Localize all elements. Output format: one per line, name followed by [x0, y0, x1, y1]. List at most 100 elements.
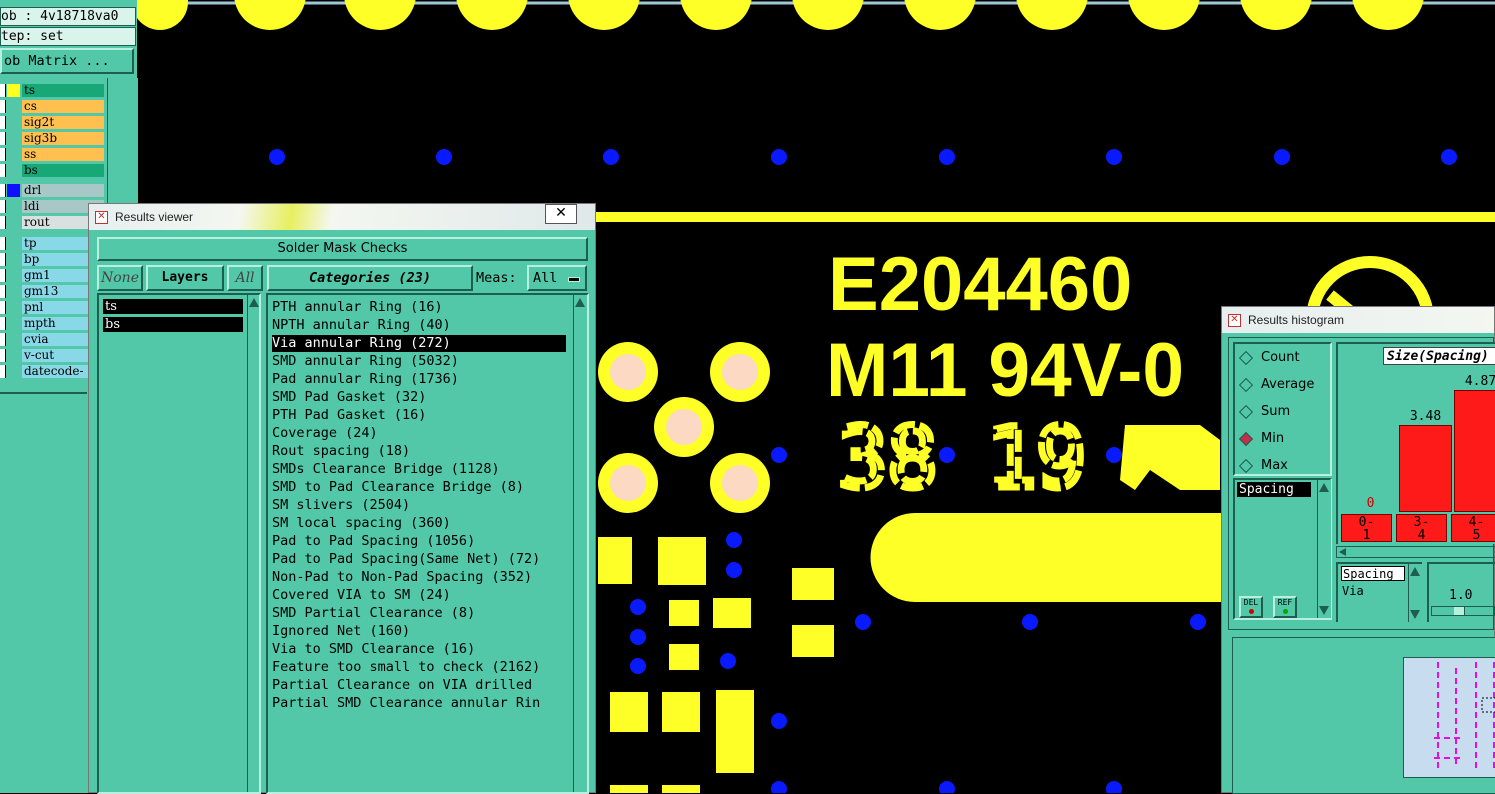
category-list[interactable]: PTH annular Ring (16) NPTH annular Ring (… — [266, 293, 589, 794]
close-button[interactable]: ✕ — [545, 204, 577, 224]
option-average[interactable]: Average — [1238, 376, 1328, 394]
slider-track[interactable] — [1431, 606, 1495, 616]
layer-checkbox[interactable] — [0, 365, 6, 378]
option-sum[interactable]: Sum — [1238, 403, 1328, 421]
layer-row-ss[interactable]: ss — [0, 148, 107, 162]
category-item[interactable]: NPTH annular Ring (40) — [272, 317, 451, 334]
radio-diamond-icon[interactable] — [1238, 404, 1254, 420]
category-item[interactable]: Pad to Pad Spacing(Same Net) (72) — [272, 551, 540, 568]
layer-row-ts[interactable]: ts — [0, 84, 107, 98]
layer-color-swatch[interactable] — [7, 333, 20, 346]
results-histogram-titlebar[interactable]: ✕ Results histogram — [1222, 307, 1494, 333]
histogram-chart[interactable]: Size(Spacing) 0 3.48 4.87 0- 1 3- 4 4- 5 — [1336, 342, 1495, 544]
measure-list-scrollbar[interactable] — [1317, 480, 1331, 618]
category-item[interactable]: Pad annular Ring (1736) — [272, 371, 459, 388]
layer-result-item[interactable]: bs — [103, 317, 243, 332]
layer-color-swatch[interactable] — [7, 100, 20, 113]
layer-checkbox[interactable] — [0, 333, 6, 346]
category-item[interactable]: SMD annular Ring (5032) — [272, 353, 459, 370]
category-item[interactable]: SM slivers (2504) — [272, 497, 410, 514]
category-item[interactable]: Coverage (24) — [272, 425, 378, 442]
job-matrix-button[interactable]: ob Matrix ... — [0, 48, 134, 74]
detail-line1[interactable]: Spacing — [1341, 566, 1405, 581]
layer-checkbox[interactable] — [0, 184, 6, 197]
layer-row-drl[interactable]: drl — [0, 184, 107, 198]
histogram-bar[interactable] — [1399, 425, 1452, 512]
meas-dropdown[interactable]: All — [527, 265, 587, 291]
category-item[interactable]: Pad to Pad Spacing (1056) — [272, 533, 475, 550]
layer-color-swatch[interactable] — [7, 132, 20, 145]
category-item[interactable]: Covered VIA to SM (24) — [272, 587, 451, 604]
layer-row-bs[interactable]: bs — [0, 164, 107, 178]
layer-color-swatch[interactable] — [7, 269, 20, 282]
results-viewer-window[interactable]: ✕ Results viewer ✕ Solder Mask Checks No… — [88, 203, 596, 794]
layer-color-swatch[interactable] — [7, 349, 20, 362]
category-item[interactable]: Ignored Net (160) — [272, 623, 410, 640]
detail-list[interactable]: Spacing Via — [1336, 562, 1422, 622]
detail-scrollbar[interactable] — [1408, 564, 1422, 622]
layer-checkbox[interactable] — [0, 100, 6, 113]
layer-color-swatch[interactable] — [7, 116, 20, 129]
layer-color-swatch[interactable] — [7, 200, 20, 213]
layer-color-swatch[interactable] — [7, 164, 20, 177]
category-item[interactable]: SMD Partial Clearance (8) — [272, 605, 475, 622]
option-min[interactable]: Min — [1238, 430, 1328, 448]
radio-diamond-icon[interactable] — [1238, 431, 1254, 447]
bin-label[interactable]: 3- 4 — [1396, 514, 1447, 542]
scroll-down-icon[interactable] — [1410, 610, 1420, 619]
category-item[interactable]: Via to SMD Clearance (16) — [272, 641, 475, 658]
chart-hscrollbar[interactable] — [1336, 546, 1495, 558]
layer-color-swatch[interactable] — [7, 148, 20, 161]
layer-color-swatch[interactable] — [7, 301, 20, 314]
layer-checkbox[interactable] — [0, 349, 6, 362]
job-field[interactable]: ob : 4v18718va0 — [0, 7, 136, 26]
layer-color-swatch[interactable] — [7, 216, 20, 229]
ref-button[interactable]: REF — [1273, 596, 1297, 618]
results-histogram-window[interactable]: ✕ Results histogram Count Average Sum Min Ma… — [1221, 306, 1495, 794]
layer-checkbox[interactable] — [0, 84, 6, 97]
scroll-down-icon[interactable] — [1319, 606, 1329, 615]
layer-checkbox[interactable] — [0, 216, 6, 229]
layer-row-cs[interactable]: cs — [0, 100, 107, 114]
none-button[interactable]: None — [97, 265, 143, 291]
layer-checkbox[interactable] — [0, 237, 6, 250]
category-item[interactable]: PTH annular Ring (16) — [272, 299, 443, 316]
category-item[interactable]: Partial Clearance on VIA drilled — [272, 677, 532, 694]
category-item[interactable]: SMDs Clearance Bridge (1128) — [272, 461, 500, 478]
scroll-up-icon[interactable] — [249, 298, 259, 307]
histogram-bar[interactable] — [1454, 390, 1495, 512]
layer-checkbox[interactable] — [0, 253, 6, 266]
layer-checkbox[interactable] — [0, 148, 6, 161]
category-item[interactable]: Rout spacing (18) — [272, 443, 410, 460]
bin-label[interactable]: 0- 1 — [1341, 514, 1392, 542]
results-viewer-titlebar[interactable]: ✕ Results viewer ✕ — [89, 204, 595, 230]
scroll-up-icon[interactable] — [575, 298, 585, 307]
layer-color-swatch[interactable] — [7, 253, 20, 266]
option-max[interactable]: Max — [1238, 457, 1328, 475]
radio-diamond-icon[interactable] — [1238, 350, 1254, 366]
option-count[interactable]: Count — [1238, 349, 1328, 367]
category-item[interactable]: Non-Pad to Non-Pad Spacing (352) — [272, 569, 532, 586]
layer-checkbox[interactable] — [0, 317, 6, 330]
preview-thumbnail[interactable] — [1403, 657, 1495, 778]
layer-checkbox[interactable] — [0, 285, 6, 298]
scroll-up-icon[interactable] — [1319, 483, 1329, 492]
layer-row-sig3b[interactable]: sig3b — [0, 132, 107, 146]
layer-checkbox[interactable] — [0, 269, 6, 282]
slider-thumb[interactable] — [1454, 607, 1465, 615]
layer-checkbox[interactable] — [0, 164, 6, 177]
layer-color-swatch[interactable] — [7, 317, 20, 330]
category-item[interactable]: SMD Pad Gasket (32) — [272, 389, 426, 406]
categories-button[interactable]: Categories (23) — [267, 265, 473, 291]
layer-color-swatch[interactable] — [7, 237, 20, 250]
category-item[interactable]: Feature too small to check (2162) — [272, 659, 540, 676]
layer-list-scrollbar[interactable] — [247, 295, 259, 792]
layers-button[interactable]: Layers — [146, 265, 224, 291]
category-list-scrollbar[interactable] — [573, 295, 587, 792]
layer-color-swatch[interactable] — [7, 84, 20, 97]
layer-checkbox[interactable] — [0, 301, 6, 314]
scroll-up-icon[interactable] — [1410, 567, 1420, 576]
category-item[interactable]: SMD to Pad Clearance Bridge (8) — [272, 479, 524, 496]
step-field[interactable]: tep: set — [0, 27, 136, 46]
layer-color-swatch[interactable] — [7, 365, 20, 378]
